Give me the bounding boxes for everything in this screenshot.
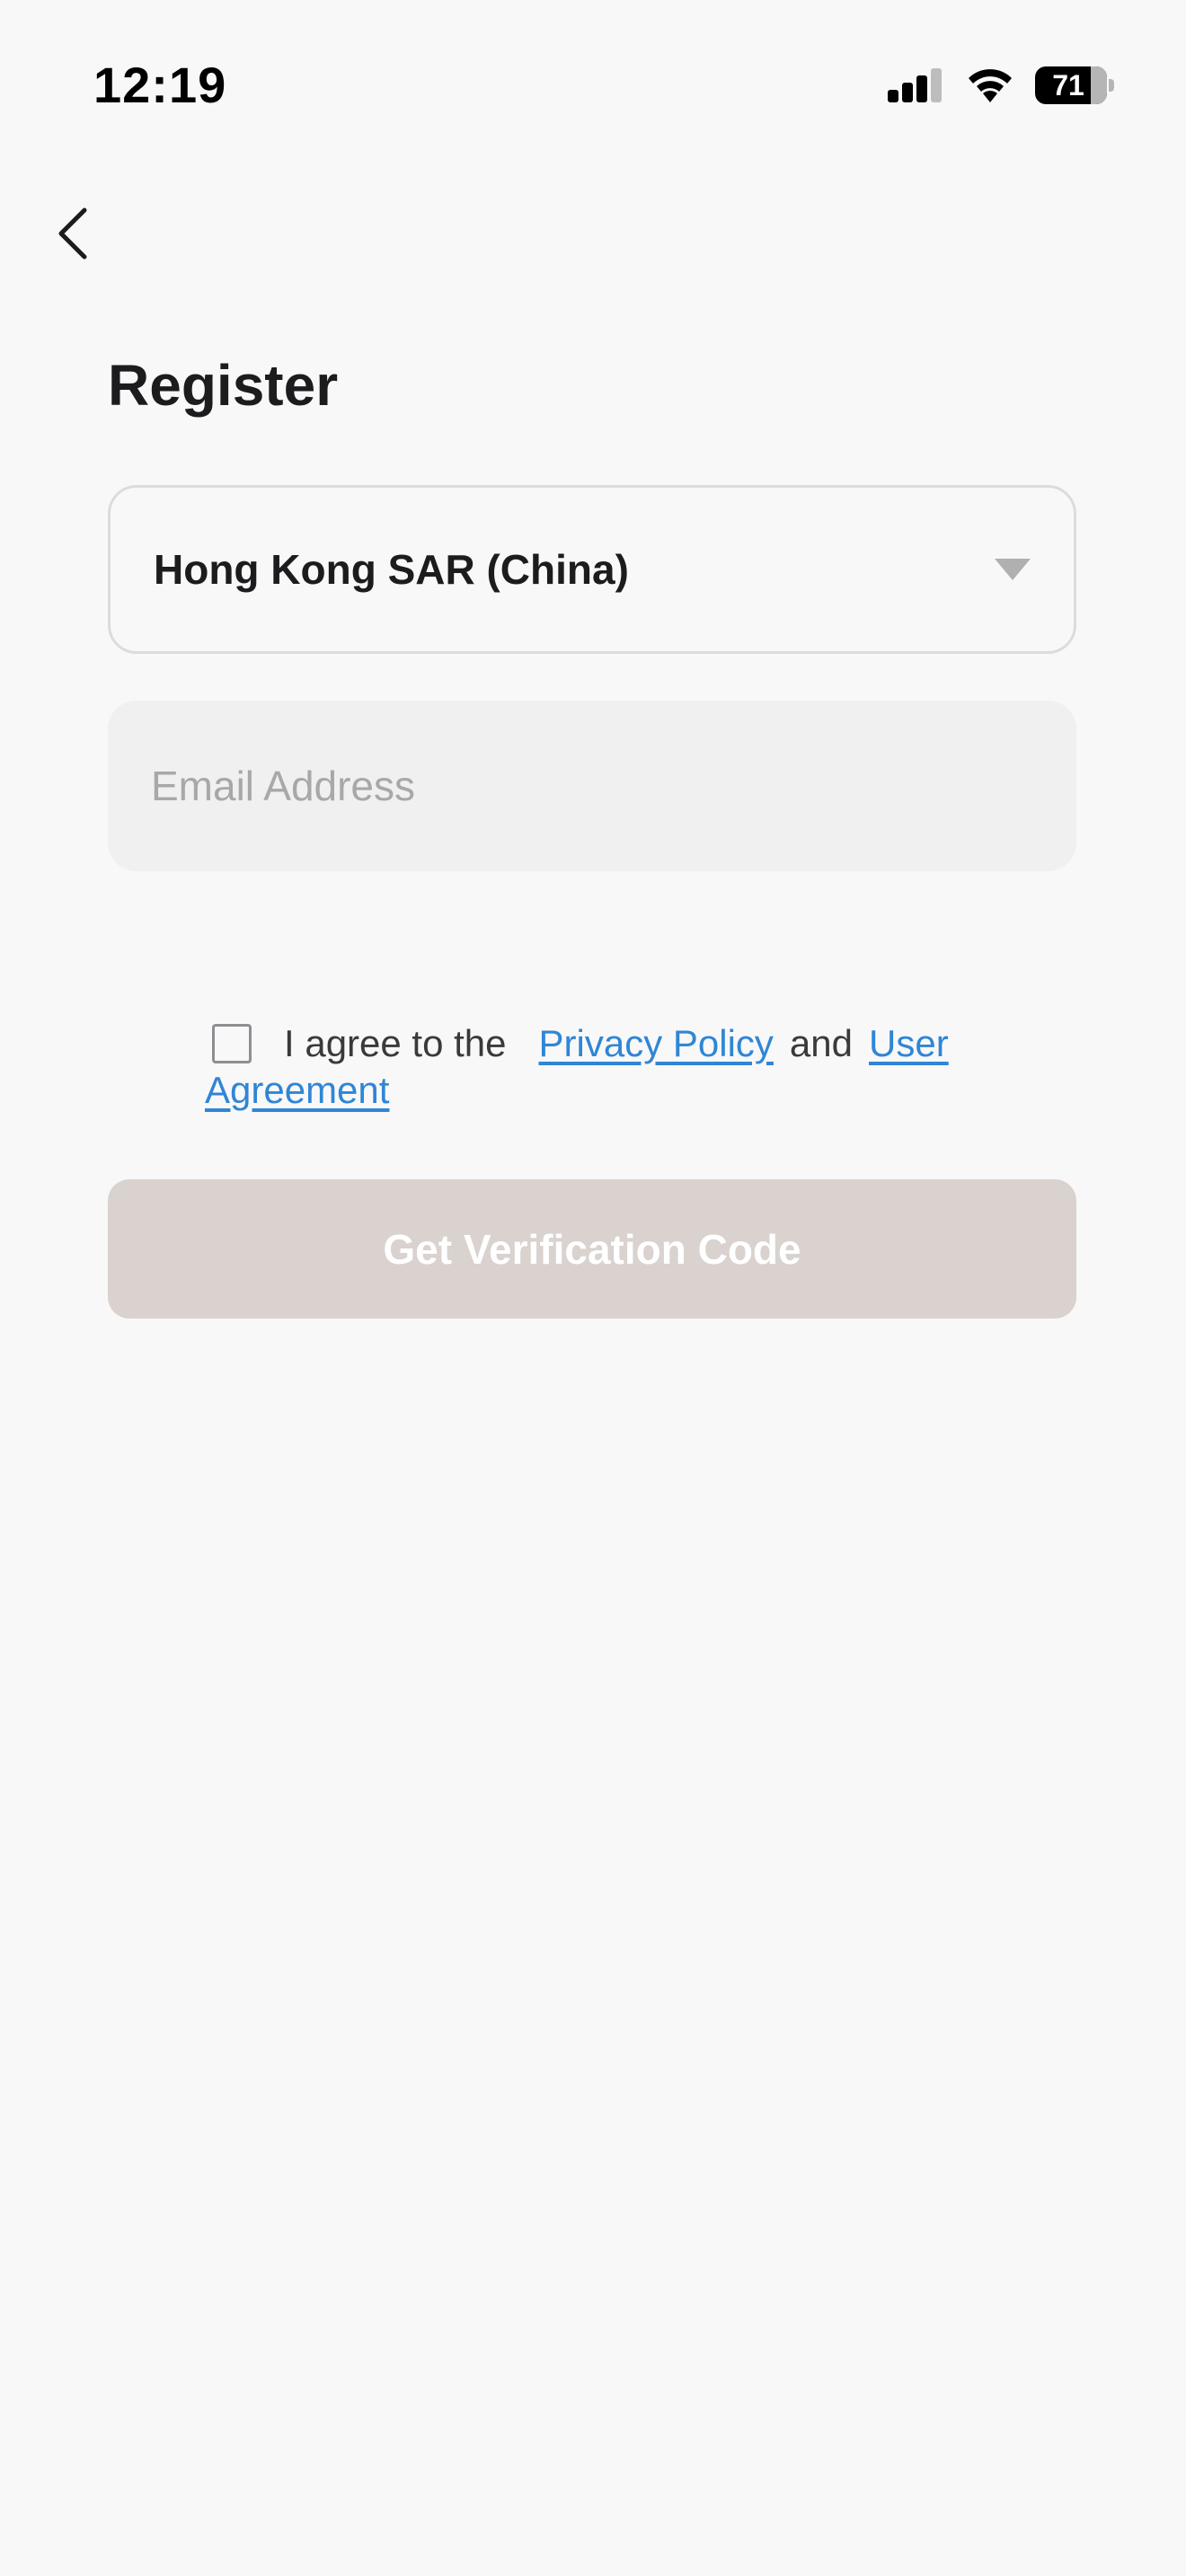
and-text: and: [789, 1022, 853, 1064]
wifi-icon: [969, 69, 1012, 102]
privacy-policy-link[interactable]: Privacy Policy: [539, 1022, 774, 1064]
agree-prefix: I agree to the: [284, 1022, 507, 1064]
email-field[interactable]: [108, 701, 1076, 871]
page-title: Register: [108, 353, 339, 418]
chevron-down-icon: [995, 559, 1031, 580]
status-time: 12:19: [93, 57, 227, 113]
battery-icon: 71: [1035, 66, 1114, 104]
back-button[interactable]: [27, 189, 117, 278]
agreement-row: I agree to the Privacy Policy and User Agre…: [205, 1020, 1013, 1114]
battery-level: 71: [1052, 69, 1084, 101]
country-select[interactable]: Hong Kong SAR (China): [108, 485, 1076, 654]
agree-checkbox[interactable]: [212, 1024, 252, 1063]
country-value: Hong Kong SAR (China): [154, 546, 629, 593]
status-icons: 71: [886, 66, 1114, 104]
status-bar: 12:19 71: [0, 0, 1186, 171]
signal-icon: [888, 68, 942, 102]
chevron-left-icon: [58, 207, 87, 260]
get-verification-code-button[interactable]: Get Verification Code: [108, 1179, 1076, 1319]
